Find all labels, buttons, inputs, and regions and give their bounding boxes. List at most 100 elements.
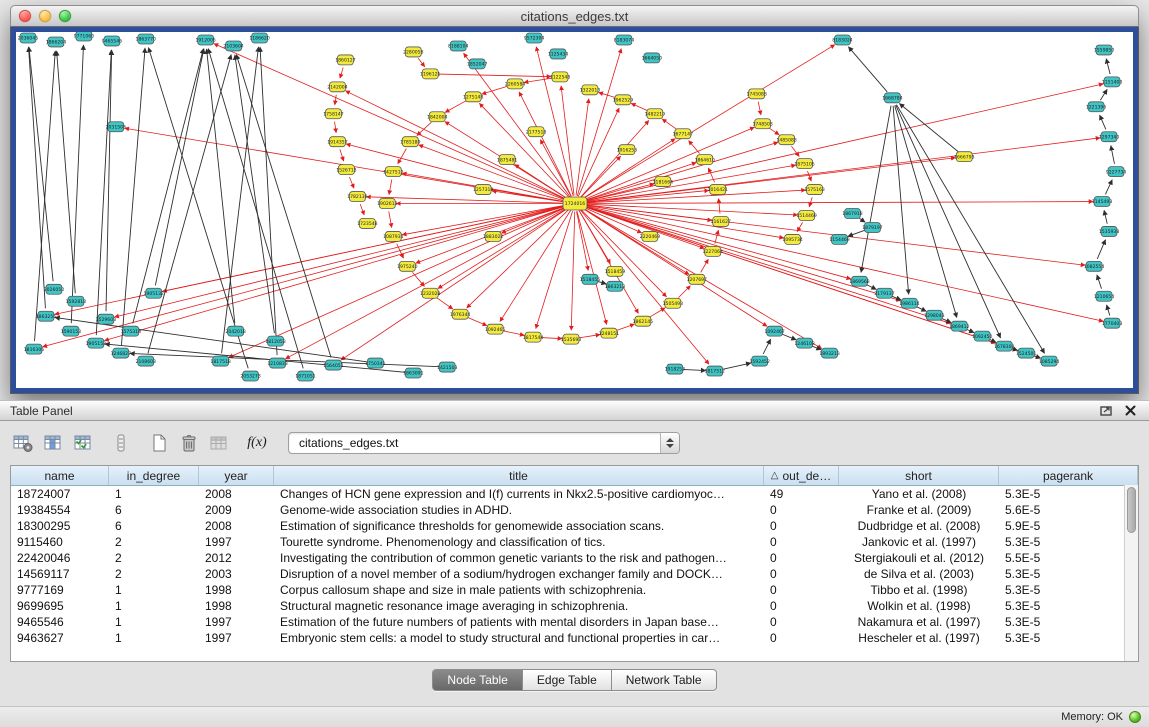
network-node[interactable]: 1750341 — [365, 358, 385, 368]
network-edge[interactable] — [389, 179, 392, 194]
network-edge[interactable] — [797, 222, 802, 231]
network-edge[interactable] — [148, 55, 231, 354]
network-node[interactable]: 1918253 — [665, 364, 685, 374]
network-node[interactable]: 1817518 — [210, 356, 230, 366]
network-node[interactable]: 1785189 — [400, 137, 420, 147]
network-edge[interactable] — [583, 205, 1103, 321]
network-edge[interactable] — [468, 317, 487, 325]
column-header-in_degree[interactable]: in_degree — [109, 466, 199, 485]
network-edge[interactable] — [335, 122, 337, 133]
delete-table-button[interactable] — [176, 430, 202, 456]
network-edge[interactable] — [479, 103, 569, 197]
network-node[interactable]: 1893213 — [819, 348, 839, 358]
network-edge[interactable] — [1097, 275, 1102, 289]
network-edge[interactable] — [577, 49, 621, 196]
network-edge[interactable] — [1105, 180, 1112, 195]
network-node[interactable]: 2053273 — [240, 371, 260, 381]
network-node[interactable]: 2036045 — [18, 33, 38, 43]
network-node[interactable]: 2103604 — [223, 41, 243, 51]
tab-network-table[interactable]: Network Table — [612, 670, 716, 690]
network-node[interactable]: 1210654 — [1094, 291, 1114, 301]
network-edge[interactable] — [1111, 146, 1115, 164]
network-edge[interactable] — [398, 149, 407, 164]
vertical-scrollbar[interactable] — [1124, 485, 1138, 661]
network-node[interactable]: 1125434 — [548, 49, 568, 59]
network-edge[interactable] — [1100, 115, 1106, 129]
close-window-button[interactable] — [19, 10, 31, 22]
network-edge[interactable] — [155, 49, 204, 286]
network-edge[interactable] — [576, 99, 589, 196]
network-node[interactable]: 1092450 — [972, 331, 992, 341]
network-node[interactable]: 1485083 — [776, 135, 796, 145]
memory-status-icon[interactable] — [1129, 711, 1141, 723]
network-node[interactable]: 1863770 — [136, 34, 156, 44]
network-edge[interactable] — [29, 47, 46, 308]
network-edge[interactable] — [758, 102, 761, 115]
network-edge[interactable] — [541, 338, 562, 339]
network-node[interactable]: 1297340 — [1099, 132, 1119, 142]
network-edge[interactable] — [536, 47, 573, 196]
network-node[interactable]: 1151408 — [1102, 77, 1122, 87]
table-row[interactable]: 1456911722003Disruption of a novel membe… — [11, 566, 1124, 582]
network-node[interactable]: 1862145 — [633, 316, 653, 326]
network-edge[interactable] — [683, 369, 706, 370]
network-edge[interactable] — [701, 259, 709, 272]
network-view[interactable]: 1724016112254822605841275148184200417851… — [16, 32, 1133, 388]
network-edge[interactable] — [899, 104, 958, 152]
network-node[interactable]: 1782139 — [347, 192, 367, 202]
network-node[interactable]: 1975240 — [397, 261, 417, 271]
function-builder-button[interactable]: f(x) — [244, 430, 270, 456]
network-node[interactable]: 8183024 — [832, 35, 852, 45]
network-edge[interactable] — [893, 106, 909, 295]
table-row[interactable]: 969969511998Structural magnetic resonanc… — [11, 598, 1124, 614]
select-all-columns-button[interactable] — [70, 430, 96, 456]
network-node[interactable]: 1564051 — [323, 360, 343, 370]
column-header-name[interactable]: name — [11, 466, 109, 485]
network-edge[interactable] — [208, 49, 303, 369]
table-row[interactable]: 946362711997Embryonic stem cells: a mode… — [11, 630, 1124, 646]
network-edge[interactable] — [782, 334, 796, 340]
network-node[interactable]: 1085294 — [1039, 356, 1059, 366]
network-node[interactable]: 1322013 — [580, 85, 600, 95]
network-node[interactable]: 1232028 — [420, 288, 440, 298]
network-node[interactable]: 1592818 — [66, 296, 86, 306]
network-edge[interactable] — [809, 197, 812, 207]
network-node[interactable]: 1745083 — [746, 89, 766, 99]
minimize-window-button[interactable] — [39, 10, 51, 22]
network-node[interactable]: 1664050 — [642, 53, 662, 63]
network-edge[interactable] — [536, 211, 573, 328]
network-edge[interactable] — [715, 230, 719, 244]
network-node[interactable]: 1986114 — [899, 298, 919, 308]
network-node[interactable]: 1082554 — [1084, 261, 1104, 271]
network-node[interactable]: 1905153 — [86, 338, 106, 348]
table-row[interactable]: 2242004622012Investigating the contribut… — [11, 550, 1124, 566]
column-header-year[interactable]: year — [199, 466, 274, 485]
network-edge[interactable] — [104, 206, 567, 341]
network-node[interactable]: 1879197 — [862, 222, 882, 232]
network-node[interactable]: 9465546 — [102, 36, 122, 46]
network-edge[interactable] — [445, 101, 466, 113]
network-node[interactable]: 1518455 — [580, 274, 600, 284]
network-node[interactable]: 1842004 — [427, 112, 447, 122]
network-node[interactable]: 1181664 — [653, 177, 673, 187]
network-edge[interactable] — [1097, 240, 1105, 259]
network-edge[interactable] — [106, 50, 112, 311]
network-node[interactable]: 1298043 — [924, 310, 944, 320]
network-node[interactable]: 1869412 — [949, 321, 969, 331]
network-edge[interactable] — [791, 146, 799, 156]
column-chooser-button[interactable] — [40, 430, 66, 456]
network-edge[interactable] — [583, 206, 951, 323]
network-edge[interactable] — [577, 211, 607, 324]
network-node[interactable]: 1246827 — [111, 348, 131, 358]
network-node[interactable]: 2026050 — [44, 284, 64, 294]
network-edge[interactable] — [482, 86, 508, 94]
network-node[interactable]: 8188104 — [448, 41, 468, 51]
network-edge[interactable] — [631, 103, 647, 110]
network-node[interactable]: 1748503 — [752, 119, 772, 129]
network-node[interactable]: 2280058 — [403, 47, 423, 57]
network-node[interactable]: 9227734 — [1106, 167, 1126, 177]
network-edge[interactable] — [867, 285, 877, 290]
network-node[interactable]: 1559850 — [1094, 45, 1114, 55]
network-node[interactable]: 2108603 — [136, 356, 156, 366]
network-node[interactable]: 1863213 — [605, 281, 625, 291]
